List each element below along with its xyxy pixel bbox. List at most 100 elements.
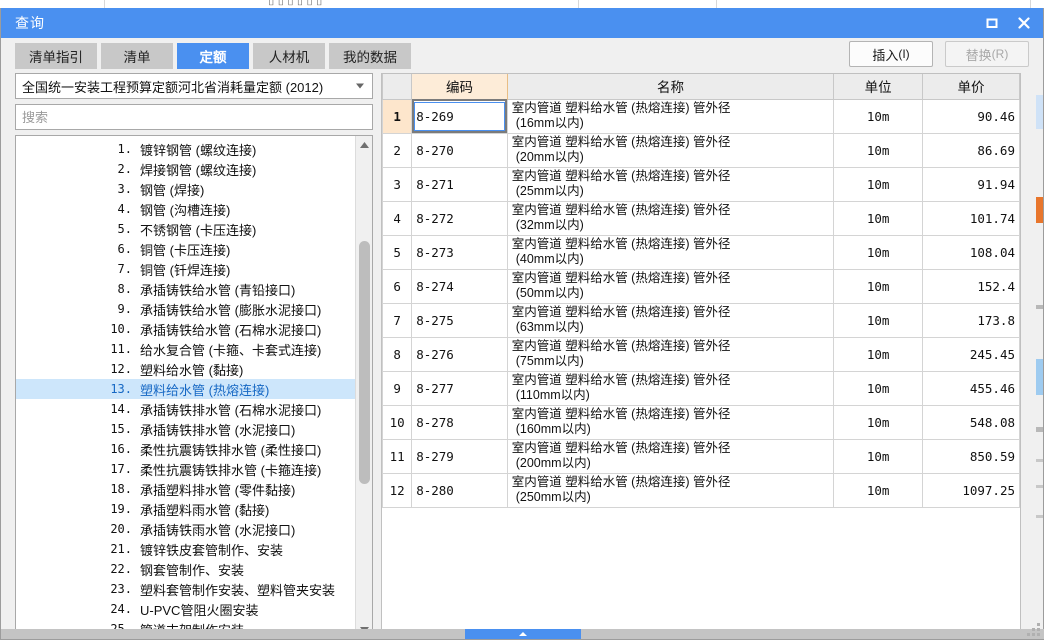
row-index-cell[interactable]: 12 [382,472,413,508]
table-row[interactable]: 12 8-280 室内管道 塑料给水管 (热熔连接) 管外径 (250mm以内) 10m… [382,472,1020,508]
row-unit-cell[interactable]: 10m [833,268,924,304]
row-code-cell[interactable]: 8-270 [411,132,508,168]
row-unit-cell[interactable]: 10m [833,472,924,508]
tree-item[interactable]: 2. 焊接钢管 (螺纹连接) [16,159,355,179]
tree-item[interactable]: 6. 铜管 (卡压连接) [16,239,355,259]
row-name-cell[interactable]: 室内管道 塑料给水管 (热熔连接) 管外径 (250mm以内) [506,472,835,508]
row-price-cell[interactable]: 548.08 [922,404,1020,440]
resize-grip[interactable] [1027,623,1040,636]
row-name-cell[interactable]: 室内管道 塑料给水管 (热熔连接) 管外径 (25mm以内) [506,166,835,202]
tree-scroll-up-button[interactable] [356,136,372,153]
row-name-cell[interactable]: 室内管道 塑料给水管 (热熔连接) 管外径 (200mm以内) [506,438,835,474]
row-index-cell[interactable]: 10 [382,404,413,440]
row-code-cell[interactable]: 8-275 [411,302,508,338]
row-code-cell[interactable]: 8-274 [411,268,508,304]
table-row[interactable]: 8 8-276 室内管道 塑料给水管 (热熔连接) 管外径 (75mm以内) 10m 24… [382,336,1020,372]
tree-item[interactable]: 19. 承插塑料雨水管 (黏接) [16,499,355,519]
search-input[interactable] [22,109,366,125]
row-code-cell[interactable]: 8-271 [411,166,508,202]
row-price-cell[interactable]: 245.45 [922,336,1020,372]
tree-item[interactable]: 8. 承插铸铁给水管 (青铅接口) [16,279,355,299]
table-row[interactable]: 4 8-272 室内管道 塑料给水管 (热熔连接) 管外径 (32mm以内) 10m 10… [382,200,1020,236]
insert-button[interactable]: 插入 (I) [849,41,933,67]
row-price-cell[interactable]: 152.4 [922,268,1020,304]
tree-item[interactable]: 22. 钢套管制作、安装 [16,559,355,579]
row-unit-cell[interactable]: 10m [833,132,924,168]
row-name-cell[interactable]: 室内管道 塑料给水管 (热熔连接) 管外径 (75mm以内) [506,336,835,372]
bottom-splitter[interactable] [1,629,1044,639]
tree-item[interactable]: 14. 承插铸铁排水管 (石棉水泥接口) [16,399,355,419]
table-row[interactable]: 9 8-277 室内管道 塑料给水管 (热熔连接) 管外径 (110mm以内) 10m 4… [382,370,1020,406]
maximize-button[interactable] [983,14,1001,32]
row-price-cell[interactable]: 91.94 [922,166,1020,202]
table-row[interactable]: 7 8-275 室内管道 塑料给水管 (热熔连接) 管外径 (63mm以内) 10m 17… [382,302,1020,338]
table-row[interactable]: 6 8-274 室内管道 塑料给水管 (热熔连接) 管外径 (50mm以内) 10m 15… [382,268,1020,304]
table-row[interactable]: 2 8-270 室内管道 塑料给水管 (热熔连接) 管外径 (20mm以内) 10m 86… [382,132,1020,168]
table-row[interactable]: 10 8-278 室内管道 塑料给水管 (热熔连接) 管外径 (160mm以内) 10m… [382,404,1020,440]
tree-item[interactable]: 13. 塑料给水管 (热熔连接) [16,379,355,399]
replace-button[interactable]: 替换 (R) [945,41,1029,67]
row-price-cell[interactable]: 173.8 [922,302,1020,338]
tree-item[interactable]: 18. 承插塑料排水管 (零件黏接) [16,479,355,499]
tree-item[interactable]: 11. 给水复合管 (卡箍、卡套式连接) [16,339,355,359]
column-header-price[interactable]: 单价 [922,74,1020,100]
tree-item[interactable]: 12. 塑料给水管 (黏接) [16,359,355,379]
column-header-name[interactable]: 名称 [506,74,835,100]
row-index-cell[interactable]: 2 [382,132,413,168]
row-code-cell[interactable]: 8-280 [411,472,508,508]
row-name-cell[interactable]: 室内管道 塑料给水管 (热熔连接) 管外径 (20mm以内) [506,132,835,168]
column-header-unit[interactable]: 单位 [833,74,924,100]
row-price-cell[interactable]: 850.59 [922,438,1020,474]
row-index-cell[interactable]: 6 [382,268,413,304]
tree-item[interactable]: 23. 塑料套管制作安装、塑料管夹安装 [16,579,355,599]
close-button[interactable] [1015,14,1033,32]
tree-item[interactable]: 1. 镀锌钢管 (螺纹连接) [16,139,355,159]
tree-item[interactable]: 20. 承插铸铁雨水管 (水泥接口) [16,519,355,539]
row-code-cell[interactable]: 8-273 [411,234,508,270]
tab-dinge[interactable]: 定额 [177,43,249,69]
row-unit-cell[interactable]: 10m [833,98,924,134]
tree-item[interactable]: 4. 钢管 (沟槽连接) [16,199,355,219]
tree-scrollbar-thumb[interactable] [359,241,370,484]
table-row[interactable]: 3 8-271 室内管道 塑料给水管 (热熔连接) 管外径 (25mm以内) 10m 91… [382,166,1020,202]
search-field[interactable] [15,104,373,130]
tree-item[interactable]: 3. 钢管 (焊接) [16,179,355,199]
row-name-cell[interactable]: 室内管道 塑料给水管 (热熔连接) 管外径 (40mm以内) [506,234,835,270]
tree-item[interactable]: 7. 铜管 (钎焊连接) [16,259,355,279]
row-name-cell[interactable]: 室内管道 塑料给水管 (热熔连接) 管外径 (32mm以内) [506,200,835,236]
row-code-cell[interactable]: 8-276 [411,336,508,372]
row-code-cell[interactable]: 8-278 [411,404,508,440]
row-index-cell[interactable]: 4 [382,200,413,236]
table-row[interactable]: 1 8-269 室内管道 塑料给水管 (热熔连接) 管外径 (16mm以内) 10m 90… [382,98,1020,134]
row-unit-cell[interactable]: 10m [833,166,924,202]
row-code-cell[interactable]: 8-272 [411,200,508,236]
tree-item[interactable]: 15. 承插铸铁排水管 (水泥接口) [16,419,355,439]
row-price-cell[interactable]: 108.04 [922,234,1020,270]
row-unit-cell[interactable]: 10m [833,438,924,474]
column-header-code[interactable]: 编码 [411,74,508,100]
tab-qingdan-zhiyin[interactable]: 清单指引 [15,43,97,69]
quota-library-select[interactable]: 全国统一安装工程预算定额河北省消耗量定额 (2012) [15,73,373,99]
row-index-cell[interactable]: 1 [382,98,413,134]
tree-vertical-scrollbar[interactable] [355,136,372,638]
row-unit-cell[interactable]: 10m [833,370,924,406]
tab-wodeshuju[interactable]: 我的数据 [329,43,411,69]
row-unit-cell[interactable]: 10m [833,200,924,236]
tree-item[interactable]: 24. U-PVC管阻火圈安装 [16,599,355,619]
tree-item[interactable]: 10. 承插铸铁给水管 (石棉水泥接口) [16,319,355,339]
tab-rencaiji[interactable]: 人材机 [253,43,325,69]
row-index-cell[interactable]: 11 [382,438,413,474]
row-index-cell[interactable]: 9 [382,370,413,406]
row-index-cell[interactable]: 5 [382,234,413,270]
row-name-cell[interactable]: 室内管道 塑料给水管 (热熔连接) 管外径 (63mm以内) [506,302,835,338]
table-row[interactable]: 11 8-279 室内管道 塑料给水管 (热熔连接) 管外径 (200mm以内) 10m… [382,438,1020,474]
row-index-cell[interactable]: 8 [382,336,413,372]
row-code-cell[interactable]: 8-269 [411,98,508,134]
tree-item[interactable]: 17. 柔性抗震铸铁排水管 (卡箍连接) [16,459,355,479]
row-unit-cell[interactable]: 10m [833,302,924,338]
tree-item[interactable]: 21. 镀锌铁皮套管制作、安装 [16,539,355,559]
row-name-cell[interactable]: 室内管道 塑料给水管 (热熔连接) 管外径 (160mm以内) [506,404,835,440]
row-unit-cell[interactable]: 10m [833,336,924,372]
row-index-cell[interactable]: 3 [382,166,413,202]
row-price-cell[interactable]: 90.46 [922,98,1020,134]
